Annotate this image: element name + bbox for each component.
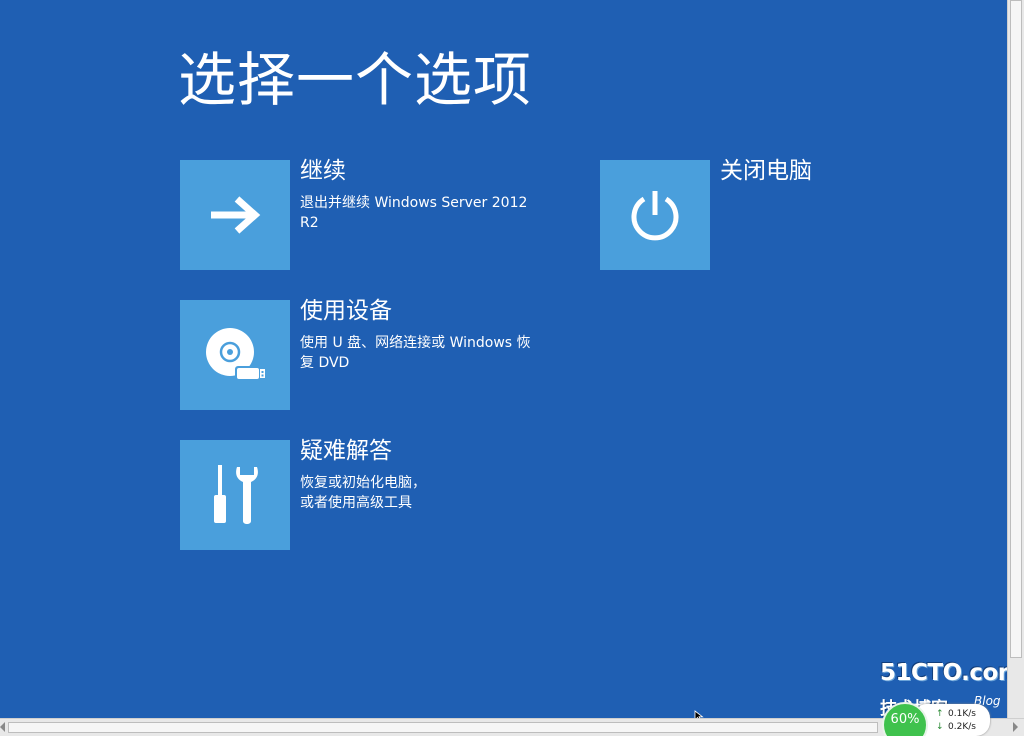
option-use-device[interactable]: 使用设备 使用 U 盘、网络连接或 Windows 恢 复 DVD: [180, 298, 550, 410]
watermark-site: 51CTO.com: [880, 660, 1022, 686]
network-speed-widget[interactable]: ↑ 0.1K/s ↓ 0.2K/s 60%: [882, 702, 990, 736]
download-arrow-icon: ↓: [936, 722, 944, 732]
download-speed: ↓ 0.2K/s: [936, 722, 976, 732]
troubleshoot-text: 疑难解答 恢复或初始化电脑， 或者使用高级工具: [300, 435, 550, 513]
option-label: 使用设备: [300, 298, 392, 324]
scroll-right-icon[interactable]: [1013, 722, 1018, 732]
disc-usb-icon: [206, 328, 265, 381]
upload-speed-value: 0.1K/s: [948, 709, 976, 719]
option-description-line: R2: [300, 215, 319, 231]
continue-tile[interactable]: [180, 160, 290, 270]
option-label: 关闭电脑: [720, 158, 812, 184]
scroll-left-icon[interactable]: [0, 722, 5, 732]
option-description-line: 复 DVD: [300, 355, 350, 371]
page-title: 选择一个选项: [178, 46, 533, 114]
option-description: 使用 U 盘、网络连接或 Windows 恢 复 DVD: [300, 333, 550, 373]
use-device-tile[interactable]: [180, 300, 290, 410]
option-description-line: 使用 U 盘、网络连接或 Windows 恢: [300, 335, 531, 351]
option-troubleshoot[interactable]: 疑难解答 恢复或初始化电脑， 或者使用高级工具: [180, 438, 550, 550]
download-speed-value: 0.2K/s: [948, 722, 976, 732]
option-description-line: 或者使用高级工具: [300, 495, 412, 511]
option-label: 疑难解答: [300, 438, 392, 464]
tools-icon: [214, 465, 258, 524]
continue-text: 继续 退出并继续 Windows Server 2012 R2: [300, 155, 550, 233]
shutdown-tile[interactable]: [600, 160, 710, 270]
power-icon: [631, 191, 679, 241]
horizontal-scrollbar[interactable]: [0, 718, 1024, 736]
vertical-scrollbar[interactable]: [1007, 0, 1024, 718]
troubleshoot-tile[interactable]: [180, 440, 290, 550]
shutdown-text: 关闭电脑: [720, 155, 970, 187]
option-description-line: 恢复或初始化电脑，: [300, 475, 426, 491]
option-label: 继续: [300, 158, 346, 184]
horizontal-scrollbar-thumb[interactable]: [8, 722, 878, 733]
option-description: 恢复或初始化电脑， 或者使用高级工具: [300, 473, 550, 513]
option-shutdown[interactable]: 关闭电脑: [600, 158, 970, 270]
option-description-line: 退出并继续 Windows Server 2012: [300, 195, 528, 211]
option-description: 退出并继续 Windows Server 2012 R2: [300, 193, 550, 233]
network-usage-percent: 60%: [890, 712, 920, 727]
arrow-right-icon: [211, 196, 261, 234]
upload-speed: ↑ 0.1K/s: [936, 709, 976, 719]
option-continue[interactable]: 继续 退出并继续 Windows Server 2012 R2: [180, 158, 550, 270]
upload-arrow-icon: ↑: [936, 709, 944, 719]
recovery-screen: 选择一个选项 继续 退出并继续 Windows Server 2012 R2 关…: [0, 0, 1024, 736]
vertical-scrollbar-thumb[interactable]: [1010, 0, 1022, 658]
use-device-text: 使用设备 使用 U 盘、网络连接或 Windows 恢 复 DVD: [300, 295, 550, 373]
